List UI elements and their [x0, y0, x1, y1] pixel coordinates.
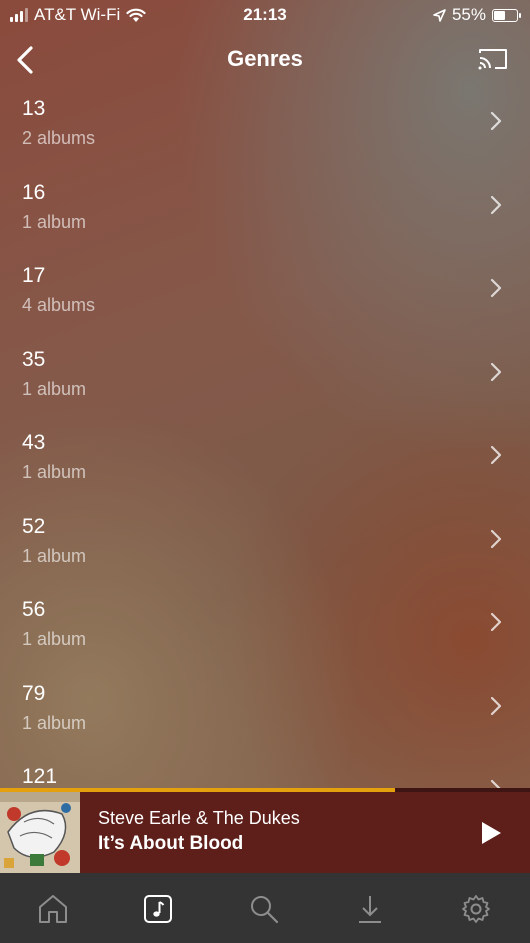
tab-search[interactable]	[244, 891, 284, 927]
track-artist: Steve Earle & The Dukes	[98, 808, 300, 828]
genre-album-count: 2 albums	[22, 128, 96, 148]
genre-row[interactable]: 52 1 album	[0, 511, 530, 595]
battery-percent: 55%	[451, 5, 486, 24]
genre-album-count: 1 album	[22, 545, 87, 566]
chevron-right-icon	[490, 111, 502, 131]
genre-name: 43	[22, 431, 46, 454]
page-title: Genres	[227, 46, 303, 71]
chevron-right-icon	[490, 278, 502, 298]
nav-bar: Genres	[0, 38, 530, 82]
chevron-right-icon	[490, 696, 502, 715]
chevron-right-icon	[490, 362, 502, 381]
genre-row[interactable]: 17 4 albums	[0, 260, 530, 344]
genre-name: 56	[22, 598, 46, 621]
cast-icon	[478, 49, 507, 70]
tab-home[interactable]	[33, 891, 73, 927]
music-note-icon	[144, 895, 172, 923]
genre-name: 121	[22, 765, 58, 788]
tab-bar	[0, 873, 530, 943]
gear-icon	[462, 895, 490, 923]
genre-name: 13	[22, 97, 46, 120]
genre-name: 17	[22, 264, 46, 287]
genre-album-count: 1 album	[22, 378, 87, 399]
genre-name: 52	[22, 514, 46, 538]
search-icon	[251, 896, 279, 924]
genre-list: 13 2 albums 16 1 album 17 4 albums 35 1 album 43…	[0, 93, 530, 789]
status-right: 55%	[433, 5, 521, 25]
play-button[interactable]	[476, 818, 506, 848]
genre-row[interactable]: 121	[0, 761, 530, 789]
genre-row[interactable]: 13 2 albums	[0, 93, 530, 177]
battery-icon	[492, 8, 521, 22]
status-bar: AT&T Wi-Fi 21:13 55%	[0, 0, 530, 30]
tab-settings[interactable]	[456, 891, 496, 927]
genre-name: 16	[22, 180, 46, 204]
tab-downloads[interactable]	[350, 891, 390, 927]
genre-album-count: 1 album	[22, 211, 87, 232]
chevron-right-icon	[490, 195, 502, 214]
genre-row[interactable]: 43 1 album	[0, 427, 530, 511]
genre-album-count: 1 album	[22, 462, 87, 482]
genre-row[interactable]: 35 1 album	[0, 344, 530, 428]
genre-row[interactable]: 79 1 album	[0, 678, 530, 762]
cast-button[interactable]	[476, 44, 510, 74]
genre-album-count: 1 album	[22, 712, 87, 733]
location-arrow-icon	[433, 8, 446, 22]
play-icon	[482, 822, 501, 844]
album-art-image	[0, 792, 80, 873]
genre-row[interactable]: 56 1 album	[0, 594, 530, 678]
genre-album-count: 4 albums	[22, 295, 96, 315]
album-art[interactable]	[0, 792, 80, 873]
download-icon	[359, 896, 381, 923]
genre-name: 35	[22, 347, 46, 371]
chevron-right-icon	[490, 445, 502, 465]
home-icon	[39, 895, 67, 923]
genre-album-count: 1 album	[22, 629, 87, 649]
tab-music[interactable]	[138, 891, 178, 927]
mini-player[interactable]: Steve Earle & The Dukes It’s About Blood	[0, 788, 530, 873]
chevron-right-icon	[490, 612, 502, 632]
chevron-right-icon	[490, 529, 502, 548]
track-title: It’s About Blood	[98, 833, 244, 854]
genre-row[interactable]: 16 1 album	[0, 177, 530, 261]
battery-level	[494, 10, 506, 20]
genre-name: 79	[22, 681, 46, 705]
